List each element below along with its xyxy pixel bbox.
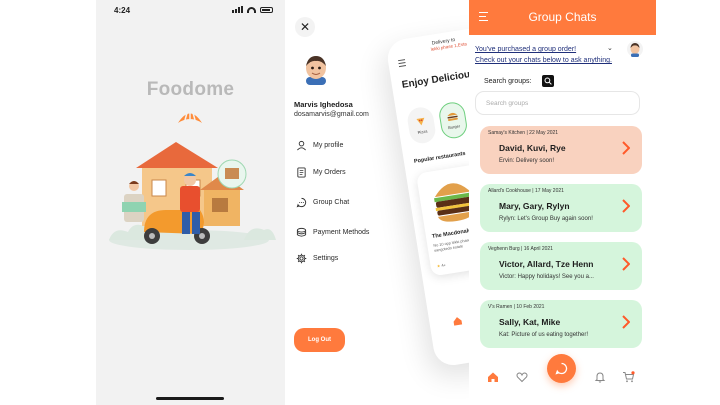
close-icon: ✕ [299,20,311,34]
close-button[interactable]: ✕ [295,17,315,37]
chevron-right-icon [622,257,630,271]
chevron-right-icon [622,315,630,329]
home-icon [453,317,462,326]
group-chats-screen: Group Chats You've purchased a group ord… [469,0,656,405]
heart-icon[interactable] [516,371,528,383]
app-showcase: 4:24 Foodome ✕ Marvis Ighedosa dosamarvi… [0,0,720,405]
menu-item-settings[interactable]: Settings [296,253,338,264]
user-icon [297,140,306,151]
chevron-down-icon[interactable]: ⌄ [607,44,613,52]
side-menu-screen: ✕ Marvis Ighedosa dosamarvis@gmail.com M… [285,0,469,405]
popular-heading: Popular restaurants [413,150,466,165]
menu-item-group-chat[interactable]: Group Chat [296,197,349,208]
delivery-illustration-icon [109,142,276,250]
menu-item-my-profile[interactable]: My profile [296,140,343,151]
category-burger: Burger [437,100,469,141]
signal-icon [232,6,243,13]
user-email: dosamarvis@gmail.com [294,111,369,118]
status-bar: 4:24 [96,4,285,18]
chat-members: David, Kuvi, Rye [499,143,566,153]
chat-last-message: Victor: Happy holidays! See you a... [499,274,594,280]
battery-icon [260,6,273,13]
chat-group-card[interactable]: Samay's Kitchen | 22 May 2021 David, Kuv… [480,126,642,174]
chat-members: Mary, Gary, Rylyn [499,201,570,211]
search-icon[interactable] [542,75,554,87]
menu-item-label: Payment Methods [313,229,370,236]
preview-title: Enjoy Delicious foo [401,65,469,91]
star-icon: ★ [436,263,441,269]
avatar [306,56,326,85]
chevron-right-icon [622,141,630,155]
log-out-button[interactable]: Log Out [294,328,345,352]
status-icons [232,6,273,13]
chevron-right-icon [622,199,630,213]
category-pizza: Pizza [405,105,438,146]
home-indicator [156,397,224,400]
purchase-notice[interactable]: You've purchased a group order! Check ou… [475,44,612,66]
chat-members: Sally, Kat, Mike [499,317,561,327]
home-icon[interactable] [487,371,499,383]
chat-group-card[interactable]: Allard's Cookhouse | 17 May 2021 Mary, G… [480,184,642,232]
search-label: Search groups: [484,78,532,85]
menu-item-my-orders[interactable]: My Orders [296,167,346,178]
pizza-icon [416,117,425,126]
notice-line-2: Check out your chats below to ask anythi… [475,57,612,64]
preview-bottom-nav [429,303,469,340]
rating-value: 4+ [440,262,447,268]
user-name: Marvis Ighedosa [294,100,353,109]
chat-last-message: Rylyn: Let's Group Buy again soon! [499,216,593,222]
notice-line-1: You've purchased a group order! [475,46,577,53]
chat-last-message: Kat: Picture of us eating together! [499,332,589,338]
burger-icon [447,112,458,121]
chat-bubble-icon [555,362,568,375]
home-screen-preview: Delivery to lekki phase 1,Esta Enjoy Del… [385,24,469,368]
search-input[interactable] [475,91,640,115]
restaurant-card: The Macdonalds No 10 opp lekki phase 1 s… [415,163,469,277]
hamburger-icon [398,59,407,69]
category-label: Burger [447,123,461,131]
menu-item-label: My profile [313,142,344,149]
wallet-icon [296,227,307,237]
chat-last-message: Ervin: Delivery soon! [499,158,555,164]
chat-group-card[interactable]: V's Ramen | 10 Feb 2021 Sally, Kat, Mike… [480,300,642,348]
restaurant-rating: ★ 4+ [436,262,446,268]
burger-photo-icon [434,183,469,222]
chat-meta: V's Ramen | 10 Feb 2021 [488,304,545,310]
cart-icon[interactable] [622,371,635,383]
menu-item-label: Group Chat [313,199,350,206]
bell-icon[interactable] [594,371,606,383]
croissant-logo-icon [178,111,202,123]
chat-meta: Samay's Kitchen | 22 May 2021 [488,130,559,136]
avatar[interactable] [627,41,643,57]
orders-icon [297,167,306,178]
chat-fab-button[interactable] [547,354,576,383]
app-header: Group Chats [469,0,656,35]
bottom-nav [469,354,656,405]
page-title: Group Chats [528,10,597,24]
chat-group-card[interactable]: Veghenn Burg | 16 April 2021 Victor, All… [480,242,642,290]
status-time: 4:24 [114,6,131,15]
chat-meta: Allard's Cookhouse | 17 May 2021 [488,188,564,194]
brand-title: Foodome [146,79,235,100]
gear-icon [296,253,307,264]
chat-meta: Veghenn Burg | 16 April 2021 [488,246,553,252]
splash-screen: 4:24 Foodome [96,0,285,405]
menu-item-payment-methods[interactable]: Payment Methods [296,227,369,238]
category-label: Pizza [417,128,428,135]
wifi-icon [247,6,256,13]
chat-members: Victor, Allard, Tze Henn [499,259,594,269]
menu-item-label: My Orders [313,169,346,176]
chat-icon [296,197,307,208]
menu-item-label: Settings [313,255,339,262]
